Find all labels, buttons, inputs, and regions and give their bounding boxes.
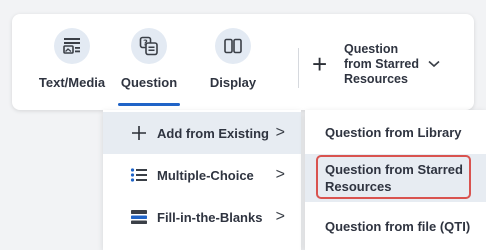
tool-display[interactable]: Display: [202, 14, 264, 110]
tool-question-label: Question: [120, 75, 178, 90]
submenu-item-library[interactable]: Question from Library: [305, 110, 486, 154]
tool-question[interactable]: ? Question: [118, 14, 180, 110]
menu-item-multiple-choice[interactable]: Multiple-Choice >: [103, 154, 301, 196]
tool-text-media-label: Text/Media: [38, 75, 106, 90]
question-icon: ?: [131, 28, 167, 64]
starred-resources-label: Question from Starred Resources: [344, 41, 420, 86]
starred-resources-dropdown[interactable]: + Question from Starred Resources: [312, 36, 440, 92]
toolbar-divider: [298, 48, 299, 88]
submenu-item-label: Question from file (QTI): [325, 218, 471, 234]
chevron-right-icon: >: [275, 124, 285, 141]
submenu-item-file-qti[interactable]: Question from file (QTI): [305, 204, 486, 248]
plus-icon: [129, 123, 149, 143]
submenu-item-label: Question from Library: [325, 124, 462, 140]
chevron-down-icon: [428, 55, 440, 73]
active-tab-indicator: [118, 103, 180, 106]
tool-text-media[interactable]: Text/Media: [30, 14, 114, 110]
chevron-right-icon: >: [275, 166, 285, 183]
plus-icon: +: [312, 49, 328, 79]
highlight-outline: [316, 155, 471, 199]
menu-item-label: Fill-in-the-Blanks: [157, 209, 263, 225]
tool-display-label: Display: [209, 75, 257, 90]
menu-item-label: Add from Existing: [157, 125, 269, 141]
chevron-right-icon: >: [275, 208, 285, 225]
text-media-icon: [54, 28, 90, 64]
blanks-icon: [129, 207, 149, 227]
list-icon: [129, 165, 149, 185]
menu-item-fill-in-the-blanks[interactable]: Fill-in-the-Blanks >: [103, 196, 301, 238]
question-type-menu: Add from Existing > Multiple-Choice > Fi…: [103, 110, 301, 250]
menu-item-add-from-existing[interactable]: Add from Existing >: [103, 112, 301, 154]
editor-toolbar: Text/Media ? Question Display + Question…: [12, 14, 474, 110]
display-icon: [215, 28, 251, 64]
menu-item-label: Multiple-Choice: [157, 167, 254, 183]
